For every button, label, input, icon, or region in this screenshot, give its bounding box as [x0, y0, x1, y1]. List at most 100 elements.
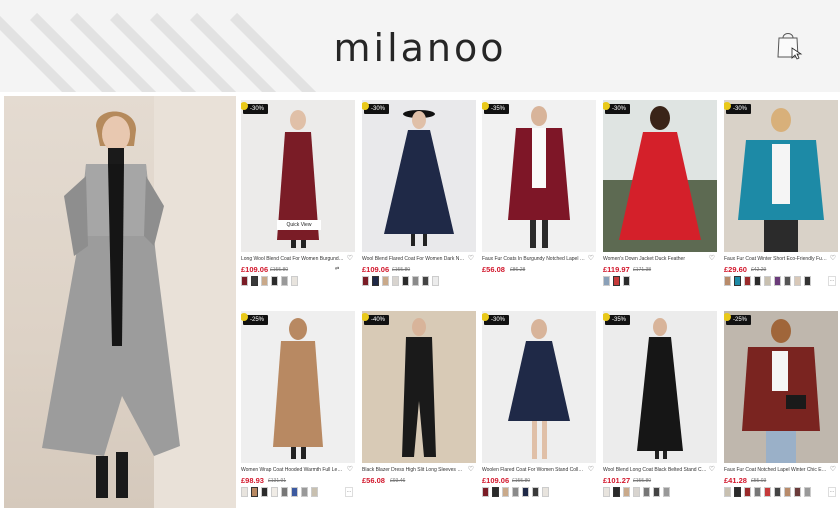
wishlist-heart-icon[interactable]: ♡ [709, 465, 715, 473]
shopping-bag-icon[interactable] [773, 28, 803, 60]
color-swatch[interactable] [784, 276, 791, 286]
brand-logo[interactable]: milanoo [0, 26, 840, 70]
color-swatch[interactable] [663, 487, 670, 497]
color-swatch[interactable] [633, 487, 640, 497]
color-swatch[interactable] [804, 487, 811, 497]
product-image[interactable]: -30% [724, 100, 838, 252]
color-swatch[interactable] [774, 487, 781, 497]
product-title[interactable]: Women Wrap Coat Hooded Warmth Full Lengt… [241, 467, 345, 474]
wishlist-heart-icon[interactable]: ♡ [468, 254, 474, 262]
wishlist-heart-icon[interactable]: ♡ [830, 254, 836, 262]
product-image[interactable]: -25% [241, 311, 355, 463]
color-swatch[interactable] [623, 487, 630, 497]
product-title[interactable]: Wool Blend Flared Coat For Women Dark Na… [362, 256, 466, 263]
color-swatch[interactable] [613, 276, 620, 286]
product-title[interactable]: Faux Fur Coat Notched Lapel Winter Chic … [724, 467, 828, 474]
quick-view-button[interactable]: Quick View [277, 220, 321, 230]
product-image[interactable]: -35% [482, 100, 596, 252]
color-swatch[interactable] [794, 487, 801, 497]
product-title[interactable]: Black Blazer Dress High Slit Long Sleeve… [362, 467, 466, 474]
product-card[interactable]: -35% Wool Blend Long Coat Black Belted S… [603, 311, 717, 511]
color-swatch[interactable] [271, 276, 278, 286]
color-swatch[interactable] [311, 487, 318, 497]
color-swatch[interactable] [764, 487, 771, 497]
wishlist-heart-icon[interactable]: ♡ [347, 254, 353, 262]
color-swatch[interactable] [412, 276, 419, 286]
color-swatch[interactable] [271, 487, 278, 497]
color-swatch[interactable] [653, 487, 660, 497]
color-swatch[interactable] [744, 276, 751, 286]
color-swatch[interactable] [512, 487, 519, 497]
color-swatch[interactable] [532, 487, 539, 497]
product-card[interactable]: -25% Faux Fur Coat Notched Lapel Winter … [724, 311, 838, 511]
color-swatch[interactable] [784, 487, 791, 497]
product-image[interactable]: -25% [724, 311, 838, 463]
color-swatch[interactable] [734, 276, 741, 286]
product-title[interactable]: Faux Fur Coat Winter Short Eco-Friendly … [724, 256, 828, 263]
color-swatch[interactable] [623, 276, 630, 286]
product-title[interactable]: Woolen Flared Coat For Women Stand Colla… [482, 467, 586, 474]
product-card[interactable]: -40% Black Blazer Dress High Slit Long S… [362, 311, 476, 511]
product-image[interactable]: -35% [603, 311, 717, 463]
wishlist-heart-icon[interactable]: ♡ [347, 465, 353, 473]
product-card[interactable]: -30% Women's Down Jacket Duck Feather ♡ … [603, 100, 717, 300]
product-card[interactable]: -30% Faux Fur Coat Winter Short Eco-Frie… [724, 100, 838, 300]
color-swatch[interactable] [372, 276, 379, 286]
product-title[interactable]: Long Wool Blend Coat For Women Burgundy … [241, 256, 345, 263]
product-image[interactable]: -30% Quick View [241, 100, 355, 252]
product-card[interactable]: -30% Quick View Long Wool Blend Coat For… [241, 100, 355, 300]
color-swatch[interactable] [482, 487, 489, 497]
color-swatch[interactable] [251, 276, 258, 286]
color-swatch[interactable] [804, 276, 811, 286]
product-card[interactable]: -25% Women Wrap Coat Hooded Warmth Full … [241, 311, 355, 511]
product-card[interactable]: -35% Faux Fur Coats In Burgundy Notched … [482, 100, 596, 300]
color-swatch[interactable] [734, 487, 741, 497]
product-image[interactable]: -30% [482, 311, 596, 463]
wishlist-heart-icon[interactable]: ♡ [588, 254, 594, 262]
color-swatch[interactable] [422, 276, 429, 286]
color-swatch[interactable] [251, 487, 258, 497]
wishlist-heart-icon[interactable]: ♡ [709, 254, 715, 262]
color-swatch[interactable] [362, 276, 369, 286]
product-image[interactable]: -40% [362, 311, 476, 463]
color-swatch[interactable] [724, 276, 731, 286]
wishlist-heart-icon[interactable]: ♡ [830, 465, 836, 473]
more-colors-button[interactable]: ··· [345, 487, 353, 497]
product-title[interactable]: Women's Down Jacket Duck Feather [603, 256, 707, 263]
color-swatch[interactable] [774, 276, 781, 286]
color-swatch[interactable] [724, 487, 731, 497]
color-swatch[interactable] [301, 487, 308, 497]
color-swatch[interactable] [402, 276, 409, 286]
color-swatch[interactable] [291, 487, 298, 497]
color-swatch[interactable] [754, 487, 761, 497]
product-title[interactable]: Faux Fur Coats In Burgundy Notched Lapel… [482, 256, 586, 263]
color-swatch[interactable] [241, 276, 248, 286]
color-swatch[interactable] [382, 276, 389, 286]
color-swatch[interactable] [754, 276, 761, 286]
color-swatch[interactable] [241, 487, 248, 497]
color-swatch[interactable] [794, 276, 801, 286]
color-swatch[interactable] [643, 487, 650, 497]
color-swatch[interactable] [613, 487, 620, 497]
color-swatch[interactable] [744, 487, 751, 497]
product-image[interactable]: -30% [603, 100, 717, 252]
more-colors-button[interactable]: ··· [828, 276, 836, 286]
color-swatch[interactable] [392, 276, 399, 286]
color-swatch[interactable] [281, 276, 288, 286]
color-swatch[interactable] [261, 276, 268, 286]
color-swatch[interactable] [492, 487, 499, 497]
color-swatch[interactable] [764, 276, 771, 286]
product-image[interactable]: -30% [362, 100, 476, 252]
product-title[interactable]: Wool Blend Long Coat Black Belted Stand … [603, 467, 707, 474]
color-swatch[interactable] [522, 487, 529, 497]
color-swatch[interactable] [542, 487, 549, 497]
product-card[interactable]: -30% Woolen Flared Coat For Women Stand … [482, 311, 596, 511]
product-card[interactable]: -30% Wool Blend Flared Coat For Women Da… [362, 100, 476, 300]
color-swatch[interactable] [603, 487, 610, 497]
color-swatch[interactable] [261, 487, 268, 497]
color-swatch[interactable] [281, 487, 288, 497]
more-colors-button[interactable]: ··· [828, 487, 836, 497]
color-swatch[interactable] [291, 276, 298, 286]
color-swatch[interactable] [502, 487, 509, 497]
color-swatch[interactable] [432, 276, 439, 286]
